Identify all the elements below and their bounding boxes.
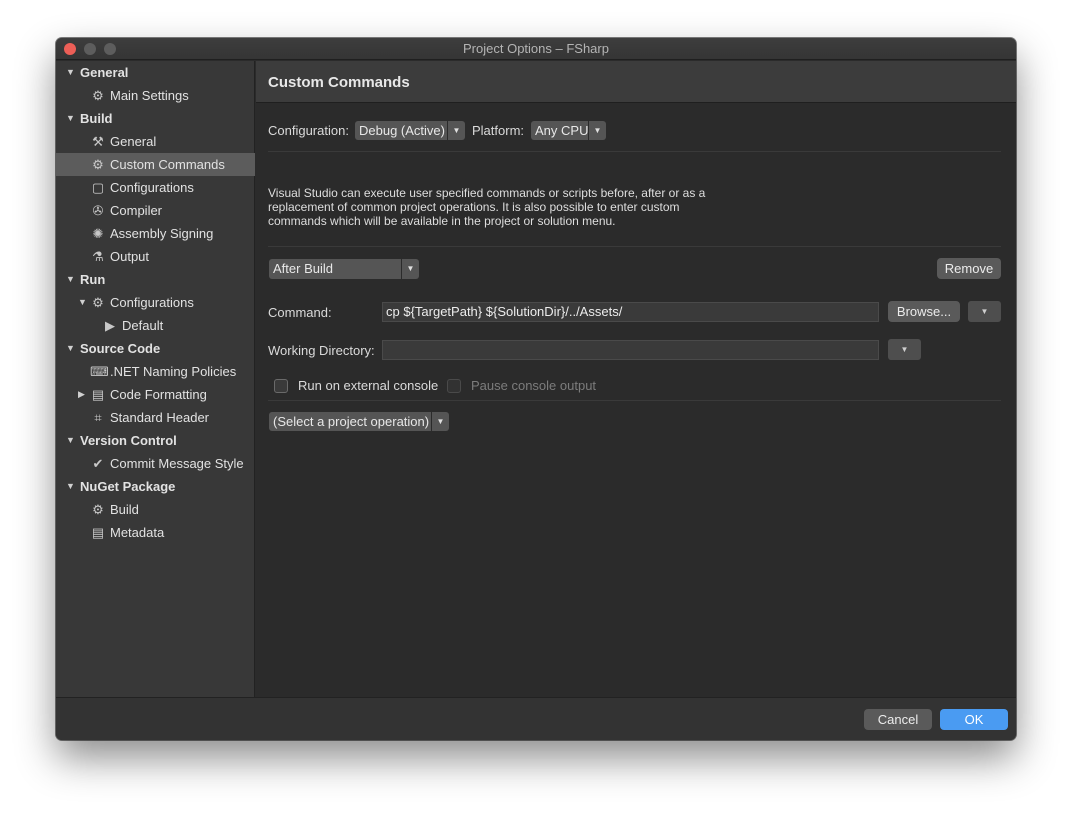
- run-on-external-console-checkbox[interactable]: [274, 379, 288, 393]
- dialog-footer: Cancel OK: [56, 697, 1016, 740]
- zoom-window-button[interactable]: [104, 43, 116, 55]
- working-directory-macros-dropdown[interactable]: ▼: [888, 339, 921, 360]
- sidebar-item-assembly-signing[interactable]: ✺ Assembly Signing: [56, 222, 255, 245]
- disclosure-expanded-icon[interactable]: ▼: [66, 61, 75, 84]
- project-options-window: Project Options – FSharp ▼ General ⚙ Mai…: [56, 38, 1016, 740]
- command-input[interactable]: cp ${TargetPath} ${SolutionDir}/../Asset…: [382, 302, 879, 322]
- hammer-icon: ⚒: [92, 134, 104, 149]
- page-title: Custom Commands: [268, 74, 410, 91]
- sidebar-item-custom-commands[interactable]: ⚙ Custom Commands: [56, 153, 255, 176]
- ok-button[interactable]: OK: [940, 709, 1008, 730]
- minimize-window-button[interactable]: [84, 43, 96, 55]
- gear-icon: ⚙: [92, 157, 104, 172]
- gear-icon: ⚙: [92, 88, 104, 103]
- platform-label: Platform:: [472, 123, 525, 138]
- platform-select[interactable]: Any CPU ▼: [531, 121, 606, 140]
- chevron-down-icon: ▼: [447, 121, 465, 140]
- flask-icon: ⚗: [92, 249, 104, 264]
- divider: [268, 151, 1001, 152]
- sidebar-item-run-configurations[interactable]: ▼ ⚙ Configurations: [56, 291, 255, 314]
- pause-console-output-label: Pause console output: [471, 378, 597, 393]
- seal-icon: ✺: [92, 226, 104, 241]
- browse-button[interactable]: Browse...: [888, 301, 960, 322]
- chevron-down-icon: ▼: [431, 412, 449, 431]
- disclosure-collapsed-icon[interactable]: ▶: [78, 383, 85, 406]
- sidebar-category-run[interactable]: ▼ Run: [56, 268, 255, 291]
- disclosure-expanded-icon[interactable]: ▼: [66, 268, 75, 291]
- keyboard-icon: ⌨: [90, 364, 109, 379]
- options-sidebar: ▼ General ⚙ Main Settings ▼ Build ⚒ Gene…: [56, 61, 255, 697]
- chevron-down-icon: ▼: [980, 307, 989, 316]
- custom-commands-panel: Custom Commands Configuration: Debug (Ac…: [256, 61, 1016, 697]
- description-text: Visual Studio can execute user specified…: [268, 186, 706, 228]
- pause-console-output-checkbox[interactable]: [447, 379, 461, 393]
- command-label: Command:: [268, 305, 332, 320]
- divider: [268, 246, 1001, 247]
- check-circle-icon: ✔: [92, 456, 104, 471]
- run-on-external-console-label: Run on external console: [298, 378, 439, 393]
- sidebar-item-metadata[interactable]: ▤ Metadata: [56, 521, 255, 544]
- disclosure-expanded-icon[interactable]: ▼: [66, 429, 75, 452]
- compiler-icon: ✇: [92, 203, 104, 218]
- sidebar-item-default[interactable]: ▶ Default: [56, 314, 255, 337]
- sidebar-item-standard-header[interactable]: ⌗ Standard Header: [56, 406, 255, 429]
- sidebar-item-code-formatting[interactable]: ▶ ▤ Code Formatting: [56, 383, 255, 406]
- working-directory-input[interactable]: [382, 340, 879, 360]
- window-title: Project Options – FSharp: [463, 41, 609, 56]
- sidebar-item-build-general[interactable]: ⚒ General: [56, 130, 255, 153]
- cancel-button[interactable]: Cancel: [864, 709, 932, 730]
- window-icon: ▢: [91, 180, 105, 195]
- hash-icon: ⌗: [94, 410, 102, 425]
- sidebar-item-output[interactable]: ⚗ Output: [56, 245, 255, 268]
- command-operation-select[interactable]: After Build ▼: [269, 259, 419, 279]
- disclosure-expanded-icon[interactable]: ▼: [78, 291, 87, 314]
- sidebar-category-build[interactable]: ▼ Build: [56, 107, 255, 130]
- configuration-select[interactable]: Debug (Active) ▼: [355, 121, 465, 140]
- chevron-down-icon: ▼: [401, 259, 419, 279]
- close-window-button[interactable]: [64, 43, 76, 55]
- title-bar: Project Options – FSharp: [56, 38, 1016, 60]
- working-directory-label: Working Directory:: [268, 343, 375, 358]
- add-project-operation-select[interactable]: (Select a project operation) ▼: [269, 412, 449, 431]
- sidebar-item-build-configurations[interactable]: ▢ Configurations: [56, 176, 255, 199]
- sidebar-category-source-code[interactable]: ▼ Source Code: [56, 337, 255, 360]
- sidebar-category-general[interactable]: ▼ General: [56, 61, 255, 84]
- disclosure-expanded-icon[interactable]: ▼: [66, 337, 75, 360]
- divider: [268, 400, 1001, 401]
- sidebar-item-nuget-build[interactable]: ⚙ Build: [56, 498, 255, 521]
- configuration-label: Configuration:: [268, 123, 349, 138]
- sidebar-item-main-settings[interactable]: ⚙ Main Settings: [56, 84, 255, 107]
- code-format-icon: ▤: [91, 387, 105, 402]
- chevron-down-icon: ▼: [588, 121, 606, 140]
- play-icon: ▶: [105, 318, 115, 333]
- panel-header: Custom Commands: [256, 61, 1016, 103]
- document-icon: ▤: [91, 525, 105, 540]
- sidebar-item-compiler[interactable]: ✇ Compiler: [56, 199, 255, 222]
- disclosure-expanded-icon[interactable]: ▼: [66, 475, 75, 498]
- sidebar-category-nuget-package[interactable]: ▼ NuGet Package: [56, 475, 255, 498]
- remove-button[interactable]: Remove: [937, 258, 1001, 279]
- command-macros-dropdown[interactable]: ▼: [968, 301, 1001, 322]
- gear-icon: ⚙: [92, 502, 104, 517]
- sidebar-item-commit-message-style[interactable]: ✔ Commit Message Style: [56, 452, 255, 475]
- sidebar-item-net-naming-policies[interactable]: ⌨ .NET Naming Policies: [56, 360, 255, 383]
- sidebar-category-version-control[interactable]: ▼ Version Control: [56, 429, 255, 452]
- chevron-down-icon: ▼: [900, 345, 909, 354]
- disclosure-expanded-icon[interactable]: ▼: [66, 107, 75, 130]
- gear-icon: ⚙: [92, 295, 104, 310]
